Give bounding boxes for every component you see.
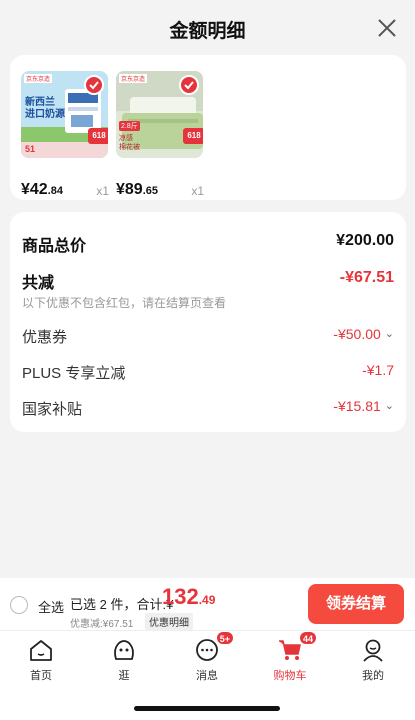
total-price-label: 商品总价 [22,238,87,255]
price-integer: ¥42 [21,181,48,198]
price-integer: ¥89 [116,181,143,198]
checkout-bar: 全选 已选 2 件，合计:¥ 132.49 优惠减:¥67.51 优惠明细 领券… [0,578,415,630]
tab-label: 首页 [30,670,52,682]
product-price: ¥42.84 [21,181,63,199]
home-icon [28,637,54,663]
promo-badge: 618 [88,128,108,144]
discount-detail-link[interactable]: 优惠明细 [145,613,193,630]
image-text-line: 棉花被 [119,144,140,151]
subsidy-label: 国家补贴 [22,401,83,418]
tab-label: 消息 [196,670,218,682]
product-price: ¥89.65 [116,181,158,199]
total-discount-value: -¥67.51 [339,269,394,286]
plus-discount-label: PLUS 专享立减 [22,365,126,382]
message-icon: 5+ [194,631,234,663]
subsidy-value: -¥15.81 ⌄ [333,398,394,414]
product-thumbnail[interactable]: 京东京造 2.8斤 凉感 棉花被 618 [116,71,203,158]
amount-integer: 132 [162,584,199,609]
coupon-amount: -¥50.00 [333,326,381,342]
brand-label: 京东京造 [24,74,53,83]
selected-count-text: 已选 2 件，合计:¥ [70,597,174,612]
product-list-card: 京东京造 新西兰 进口奶源 51 618 ¥42.84 x1 京东京造 2.8斤… [10,55,406,200]
product-quantity: x1 [191,184,204,198]
tab-home[interactable]: 首页 [11,637,71,683]
sheet-title: 金额明细 [169,21,246,42]
product-quantity: x1 [96,184,109,198]
total-price-row: 商品总价 ¥200.00 [22,232,394,255]
tab-label: 逛 [118,670,130,682]
tab-label: 我的 [362,670,384,682]
product-thumbnail[interactable]: 京东京造 新西兰 进口奶源 51 618 [21,71,108,158]
browse-icon [111,637,137,663]
profile-icon [360,637,386,663]
chevron-down-icon[interactable]: ⌄ [385,399,394,412]
cart-icon: 44 [277,631,317,663]
tab-browse[interactable]: 逛 [94,637,154,683]
tab-label: 购物车 [273,670,307,682]
brand-label: 京东京造 [119,74,148,83]
product-price-row: ¥89.65 x1 [116,181,204,199]
coupon-row[interactable]: 优惠券 -¥50.00 ⌄ [22,326,394,346]
product-item-quilt[interactable]: 京东京造 2.8斤 凉感 棉花被 618 ¥89.65 x1 [116,71,204,198]
coupon-label: 优惠券 [22,329,68,346]
discount-summary: 优惠减:¥67.51 [70,619,134,630]
chevron-down-icon[interactable]: ⌄ [385,327,394,340]
close-icon[interactable] [375,16,399,40]
select-all-label[interactable]: 全选 [38,597,64,616]
checkout-button[interactable]: 领券结算 [308,584,404,624]
price-decimal: .65 [142,185,158,197]
plus-discount-row: PLUS 专享立减 -¥1.7 [22,362,394,382]
checked-icon[interactable] [84,75,104,95]
price-decimal: .84 [47,185,63,197]
total-price-value: ¥200.00 [336,232,394,249]
checked-icon[interactable] [179,75,199,95]
promo-strip: 51 [21,142,108,158]
select-all-radio[interactable] [10,596,28,614]
price-summary-card: 商品总价 ¥200.00 共减 -¥67.51 以下优惠不包含红包，请在结算页查… [10,212,406,432]
total-discount-label: 共减 [22,275,55,292]
subsidy-amount: -¥15.81 [333,398,381,414]
amount-decimal: .49 [198,593,216,607]
tab-profile[interactable]: 我的 [343,637,403,683]
image-text-line: 2.8斤 [119,121,140,131]
discount-note: 以下优惠不包含红包，请在结算页查看 [22,296,227,310]
tab-messages[interactable]: 5+ 消息 [177,631,237,683]
plus-discount-value: -¥1.7 [362,362,394,378]
promo-badge: 618 [183,128,203,144]
home-indicator [134,706,280,711]
total-amount: 132.49 [162,584,215,610]
product-price-row: ¥42.84 x1 [21,181,109,199]
image-text-line: 进口奶源 [25,109,65,120]
coupon-value: -¥50.00 ⌄ [333,326,394,342]
sheet-header: 金额明细 [0,0,415,56]
product-item-milk[interactable]: 京东京造 新西兰 进口奶源 51 618 ¥42.84 x1 [21,71,109,198]
promo-strip-text: 51 [25,144,36,154]
subsidy-row[interactable]: 国家补贴 -¥15.81 ⌄ [22,398,394,418]
tab-cart[interactable]: 44 购物车 [260,631,320,683]
total-discount-row: 共减 -¥67.51 [22,269,394,292]
cart-badge: 44 [298,631,317,645]
message-badge: 5+ [215,631,234,645]
